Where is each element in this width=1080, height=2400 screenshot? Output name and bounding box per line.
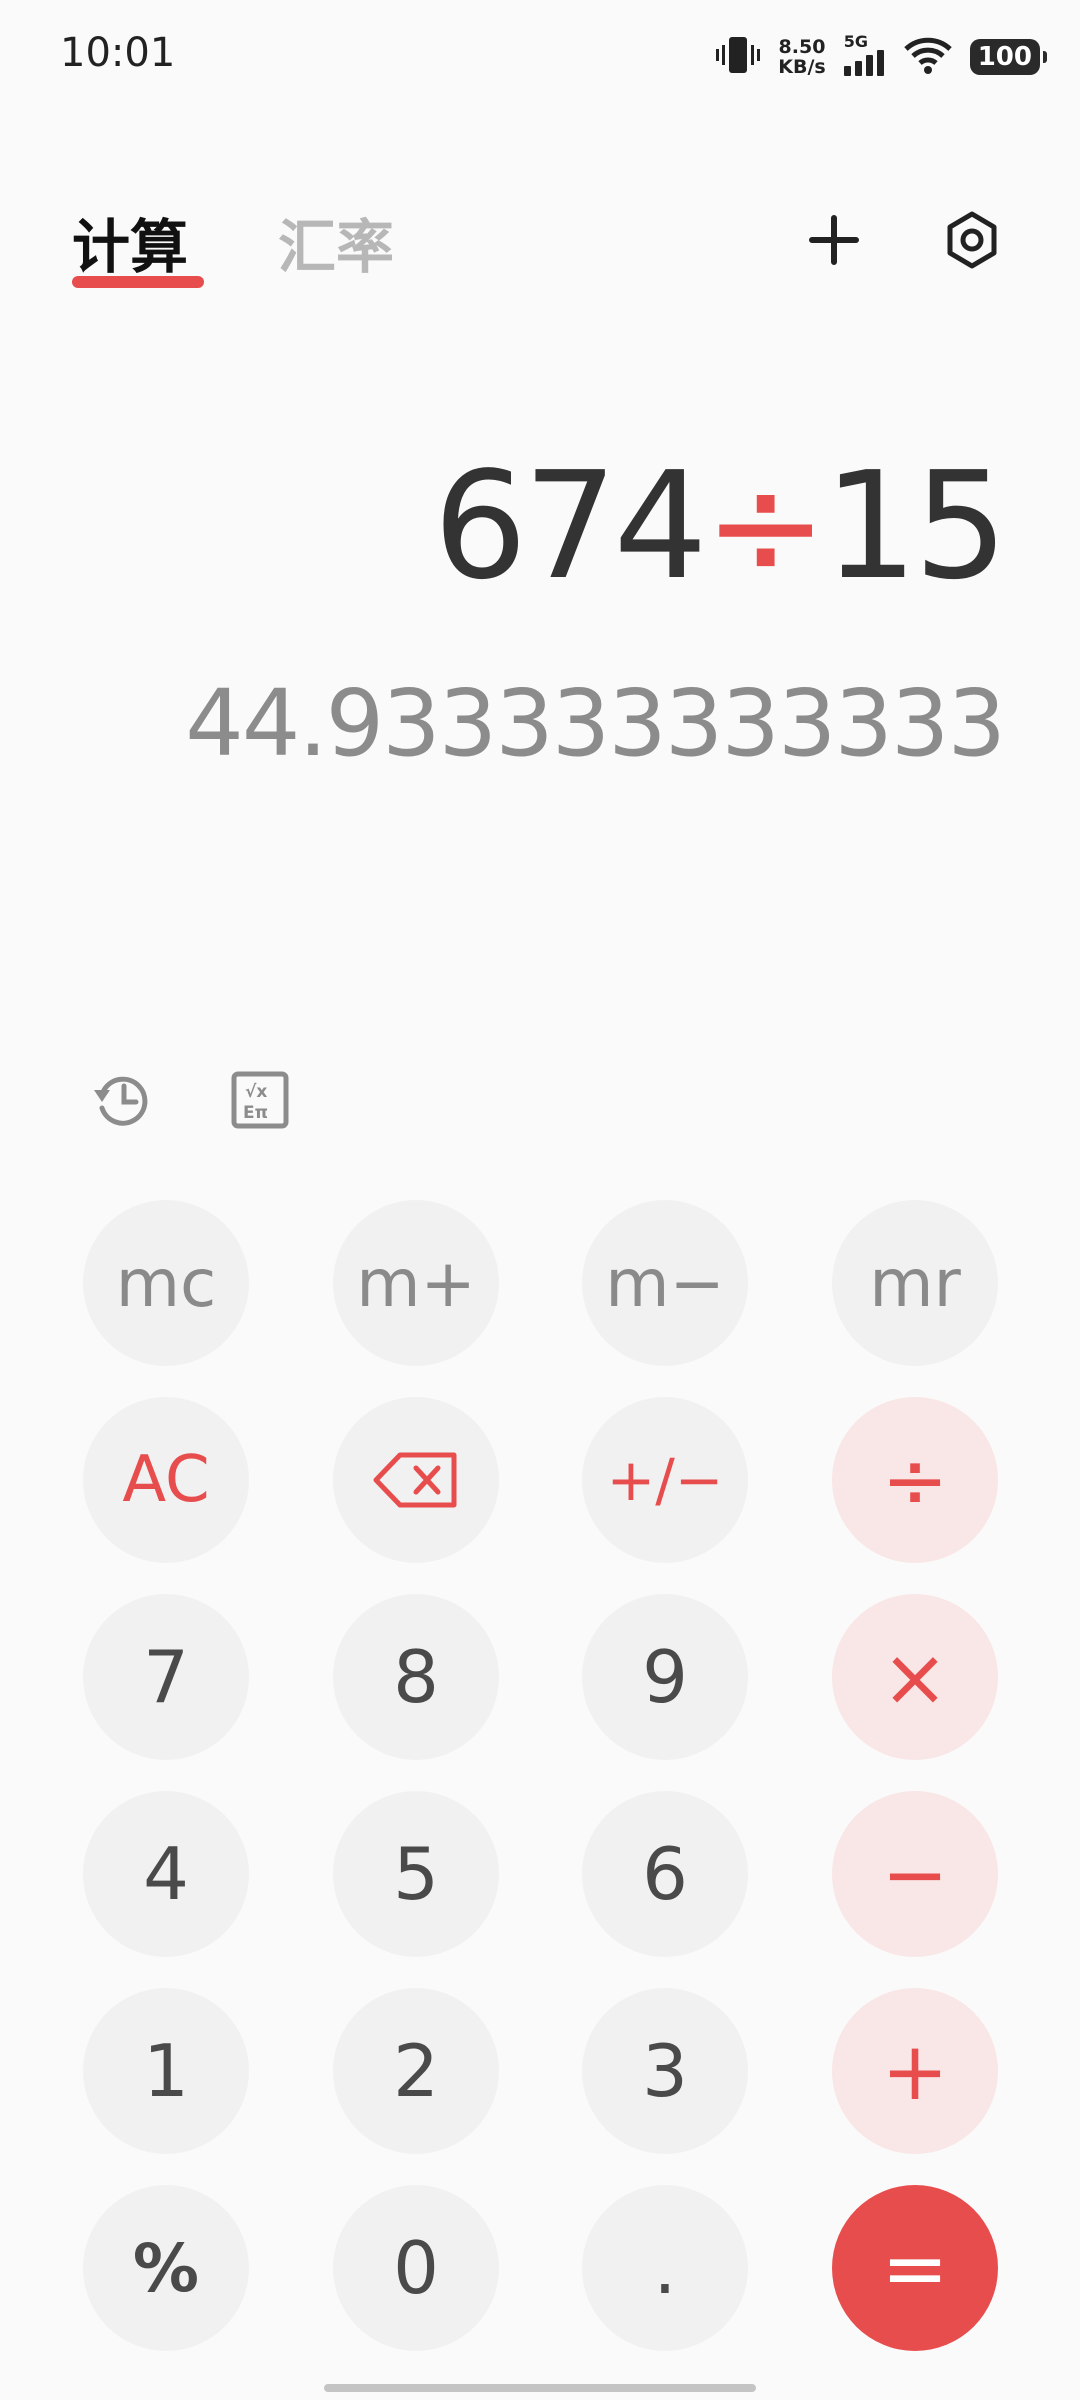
network-type: 5G bbox=[843, 32, 868, 51]
status-time: 10:01 bbox=[60, 30, 176, 76]
key-5[interactable]: 5 bbox=[333, 1791, 499, 1957]
key-percent[interactable]: % bbox=[83, 2185, 249, 2351]
key-4[interactable]: 4 bbox=[83, 1791, 249, 1957]
net-speed: 8.50 KB/s bbox=[778, 37, 825, 77]
scientific-icon[interactable]: √x Eπ bbox=[228, 1068, 292, 1132]
tab-calculate[interactable]: 计算 bbox=[72, 200, 188, 284]
history-icon[interactable] bbox=[90, 1068, 154, 1132]
key-multiply[interactable]: × bbox=[832, 1594, 998, 1760]
key-1[interactable]: 1 bbox=[83, 1988, 249, 2154]
signal-group: 5G bbox=[843, 32, 886, 80]
svg-text:√x: √x bbox=[245, 1082, 267, 1102]
status-icons: 8.50 KB/s 5G 100 bbox=[716, 32, 1048, 80]
key-6[interactable]: 6 bbox=[582, 1791, 748, 1957]
battery-icon: 100 bbox=[969, 39, 1048, 75]
settings-icon[interactable] bbox=[942, 210, 1002, 270]
home-indicator[interactable] bbox=[324, 2384, 756, 2392]
key-mr[interactable]: mr bbox=[832, 1200, 998, 1366]
key-toggle-sign[interactable]: +/− bbox=[582, 1397, 748, 1563]
svg-text:Eπ: Eπ bbox=[243, 1103, 268, 1123]
expression-left-operand: 674 bbox=[433, 440, 707, 612]
key-minus[interactable]: − bbox=[832, 1791, 998, 1957]
vibrate-icon bbox=[716, 35, 761, 79]
expression-operator: ÷ bbox=[703, 440, 828, 612]
key-9[interactable]: 9 bbox=[582, 1594, 748, 1760]
signal-icon bbox=[843, 50, 886, 80]
key-7[interactable]: 7 bbox=[83, 1594, 249, 1760]
tab-exchange-rate[interactable]: 汇率 bbox=[278, 200, 394, 284]
key-decimal[interactable]: . bbox=[582, 2185, 748, 2351]
key-8[interactable]: 8 bbox=[333, 1594, 499, 1760]
expression-display: 674÷15 bbox=[433, 440, 1008, 612]
net-speed-value: 8.50 bbox=[778, 36, 826, 58]
key-equals[interactable]: = bbox=[832, 2185, 998, 2351]
active-tab-indicator bbox=[72, 276, 204, 288]
expression-right-operand: 15 bbox=[823, 440, 1008, 612]
key-ac[interactable]: AC bbox=[83, 1397, 249, 1563]
key-mc[interactable]: mc bbox=[83, 1200, 249, 1366]
key-m-minus[interactable]: m− bbox=[582, 1200, 748, 1366]
key-0[interactable]: 0 bbox=[333, 2185, 499, 2351]
key-3[interactable]: 3 bbox=[582, 1988, 748, 2154]
key-2[interactable]: 2 bbox=[333, 1988, 499, 2154]
key-m-plus[interactable]: m+ bbox=[333, 1200, 499, 1366]
key-backspace[interactable] bbox=[333, 1397, 499, 1563]
key-divide[interactable]: ÷ bbox=[832, 1397, 998, 1563]
backspace-icon bbox=[372, 1451, 460, 1509]
net-speed-unit: KB/s bbox=[778, 56, 826, 78]
collapse-icon[interactable] bbox=[804, 210, 864, 270]
key-plus[interactable]: + bbox=[832, 1988, 998, 2154]
result-display: 44.933333333333 bbox=[185, 670, 1006, 777]
wifi-icon bbox=[904, 35, 952, 79]
